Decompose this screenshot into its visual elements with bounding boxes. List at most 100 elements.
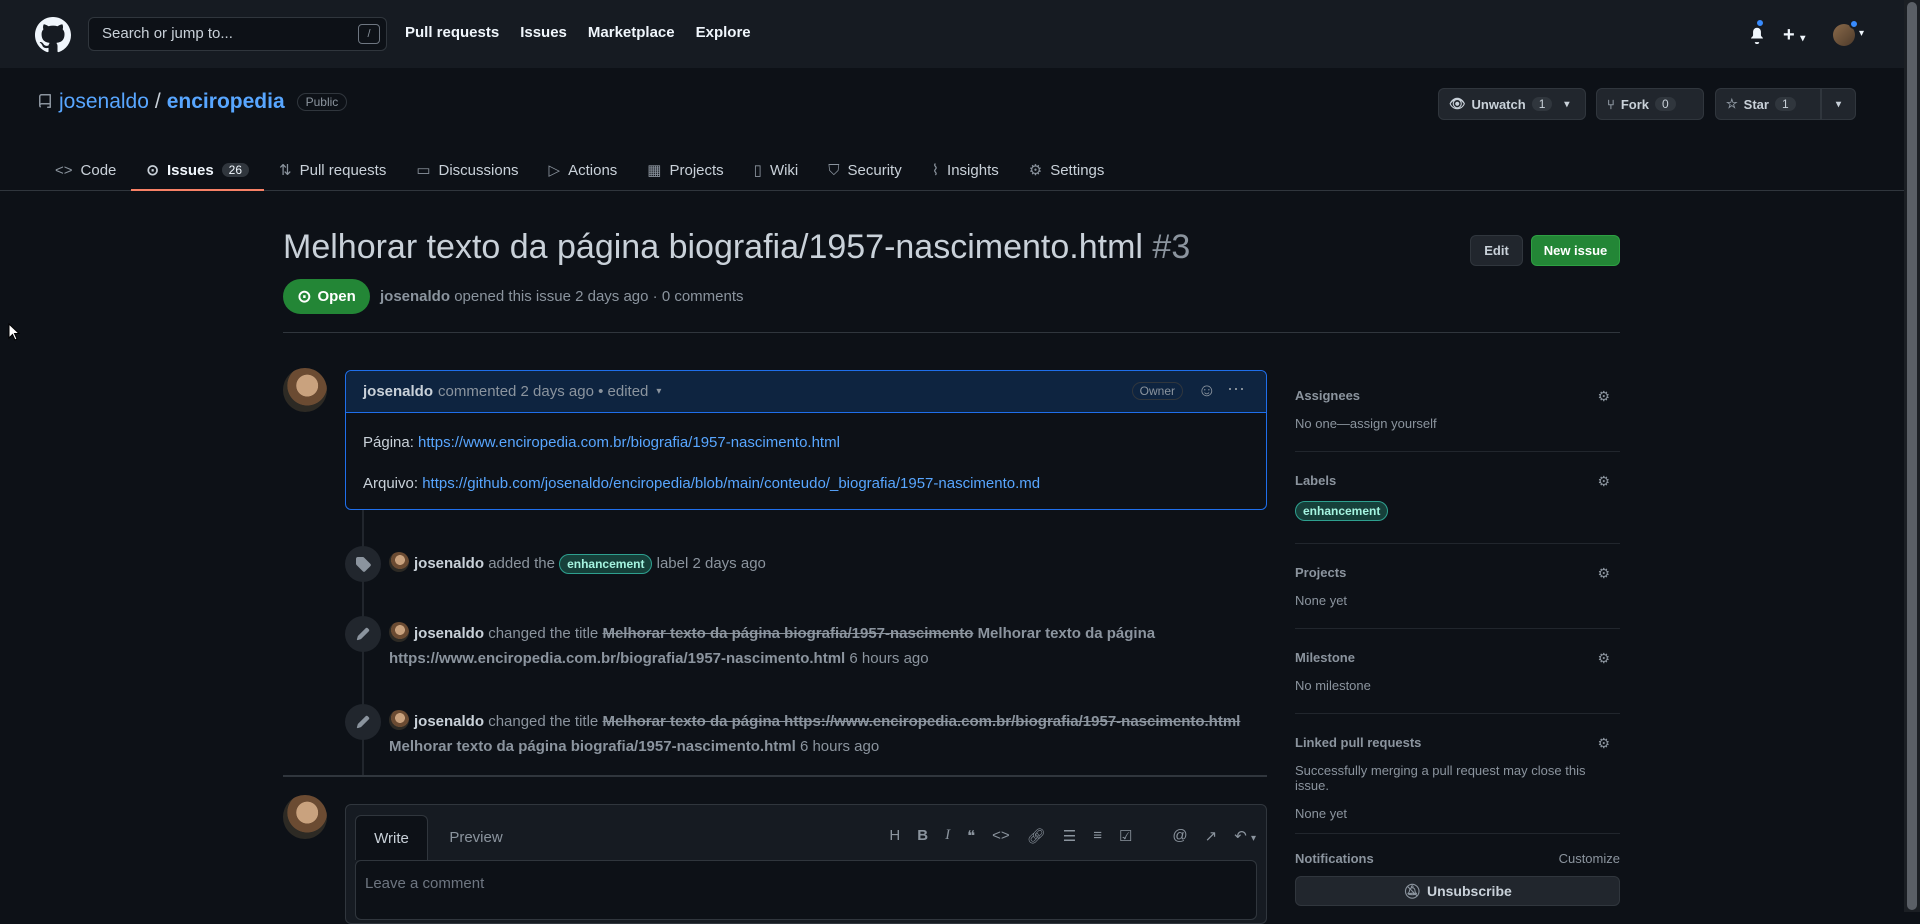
tab-insights[interactable]: ⌇ Insights <box>917 150 1014 190</box>
tab-label: Actions <box>568 161 618 179</box>
vertical-scrollbar[interactable] <box>1904 0 1920 912</box>
chevron-down-icon[interactable]: ▾ <box>1859 28 1864 39</box>
milestone-title: Milestone <box>1295 650 1355 665</box>
shield-icon: ⛉ <box>828 161 840 179</box>
nav-explore[interactable]: Explore <box>696 24 751 41</box>
event-avatar[interactable] <box>389 710 409 730</box>
create-new-dropdown[interactable]: + ▾ <box>1783 24 1805 47</box>
issue-author-link[interactable]: josenaldo <box>380 288 450 305</box>
tab-discussions[interactable]: ▭ Discussions <box>401 150 533 190</box>
repo-owner-link[interactable]: josenaldo <box>59 90 149 114</box>
link-icon[interactable]: 🔗︎ <box>1027 827 1046 845</box>
event-author-link[interactable]: josenaldo <box>414 625 484 642</box>
tab-code[interactable]: <> Code <box>40 150 131 190</box>
github-logo-icon[interactable] <box>35 17 71 53</box>
comment-textarea[interactable]: Leave a comment <box>355 860 1257 920</box>
current-user-avatar <box>283 795 327 839</box>
tasklist-icon[interactable]: ☑ <box>1119 827 1132 845</box>
sidebar-labels: Labels enhancement ⚙ <box>1295 473 1620 521</box>
unordered-list-icon[interactable]: ☰ <box>1063 827 1076 845</box>
tab-issues[interactable]: ⊙ Issues 26 <box>131 150 264 191</box>
new-issue-button[interactable]: New issue <box>1531 235 1620 266</box>
customize-link[interactable]: Customize <box>1559 851 1620 866</box>
star-list-dropdown[interactable]: ▾ <box>1821 88 1856 120</box>
repo-title: josenaldo / enciropedia Public <box>37 90 348 114</box>
page-label: Página: <box>363 434 414 451</box>
gear-icon[interactable]: ⚙ <box>1597 388 1610 405</box>
tab-security[interactable]: ⛉ Security <box>813 150 916 190</box>
tab-label: Projects <box>669 161 724 179</box>
nav-marketplace[interactable]: Marketplace <box>588 24 675 41</box>
event-text: label 2 days ago <box>656 555 766 572</box>
smiley-icon[interactable]: ☺ <box>1198 380 1216 401</box>
tab-projects[interactable]: ▦ Projects <box>632 150 738 190</box>
tab-label: Settings <box>1050 161 1105 179</box>
visibility-badge: Public <box>296 93 348 111</box>
issue-opened-icon: ⊙ <box>146 162 159 179</box>
new-title: Melhorar texto da página <box>977 625 1156 642</box>
nav-issues[interactable]: Issues <box>520 24 567 41</box>
label-badge[interactable]: enhancement <box>559 554 653 574</box>
bell-icon[interactable] <box>1748 25 1766 45</box>
gear-icon[interactable]: ⚙ <box>1597 473 1610 490</box>
tab-pull-requests[interactable]: ⇅ Pull requests <box>264 150 401 190</box>
mouse-cursor-icon <box>8 323 20 341</box>
page-url-link[interactable]: https://www.enciropedia.com.br/biografia… <box>418 434 840 451</box>
event-avatar[interactable] <box>389 622 409 642</box>
unsubscribe-button[interactable]: 🔕︎ Unsubscribe <box>1295 876 1620 906</box>
code-icon[interactable]: <> <box>992 827 1010 845</box>
write-tab[interactable]: Write <box>355 815 428 860</box>
fork-label: Fork <box>1620 96 1649 112</box>
pencil-icon <box>345 616 381 652</box>
event-avatar[interactable] <box>389 552 409 572</box>
star-button[interactable]: ☆ Star 1 <box>1715 88 1821 120</box>
graph-icon: ⌇ <box>931 162 940 179</box>
cross-reference-icon[interactable]: ↗ <box>1205 827 1218 845</box>
book-icon: ▯ <box>753 162 762 179</box>
repo-name-link[interactable]: enciropedia <box>167 90 285 114</box>
repo-header: josenaldo / enciropedia Public 👁 Unwatch… <box>0 68 1904 191</box>
assignees-value[interactable]: No one—assign yourself <box>1295 416 1620 431</box>
linked-prs-title: Linked pull requests <box>1295 735 1422 750</box>
file-url-link[interactable]: https://github.com/josenaldo/enciropedia… <box>422 475 1040 492</box>
search-input[interactable]: Search or jump to... / <box>88 17 387 51</box>
sidebar-projects: Projects None yet ⚙ <box>1295 565 1620 608</box>
tab-actions[interactable]: ▷ Actions <box>534 150 633 190</box>
issue-number: #3 <box>1152 228 1191 266</box>
nav-pull-requests[interactable]: Pull requests <box>405 24 499 41</box>
kebab-horizontal-icon[interactable]: ⋯ <box>1227 379 1246 400</box>
chevron-down-icon[interactable]: ▾ <box>656 386 661 397</box>
gear-icon[interactable]: ⚙ <box>1597 735 1610 752</box>
scrollbar-thumb[interactable] <box>1907 2 1917 910</box>
header-divider <box>283 332 1620 333</box>
event-author-link[interactable]: josenaldo <box>414 555 484 572</box>
tab-wiki[interactable]: ▯ Wiki <box>739 150 814 190</box>
tab-label: Pull requests <box>299 161 387 179</box>
issue-meta-text: opened this issue 2 days ago · 0 comment… <box>454 288 744 305</box>
comment-author-link[interactable]: josenaldo <box>363 383 433 400</box>
toolbar-spacer <box>1149 827 1155 845</box>
quote-icon[interactable]: ❝ <box>967 827 975 845</box>
tab-settings[interactable]: ⚙ Settings <box>1014 150 1120 190</box>
preview-tab[interactable]: Preview <box>436 815 516 860</box>
comment-body: Página: https://www.enciropedia.com.br/b… <box>346 413 1266 535</box>
reply-icon[interactable]: ↶ ▾ <box>1234 827 1256 845</box>
gear-icon[interactable]: ⚙ <box>1597 650 1610 667</box>
edit-title-button[interactable]: Edit <box>1470 235 1523 266</box>
tab-label: Code <box>80 161 117 179</box>
comment-author-avatar[interactable] <box>283 368 327 412</box>
ordered-list-icon[interactable]: ≡ <box>1093 827 1102 845</box>
bold-icon[interactable]: B <box>917 827 928 845</box>
watch-button[interactable]: 👁 Unwatch 1 ▾ <box>1438 88 1586 120</box>
old-title: Melhorar texto da página biografia/1957-… <box>602 625 974 642</box>
label-badge[interactable]: enhancement <box>1295 501 1389 521</box>
chevron-down-icon: ▾ <box>1564 98 1570 110</box>
linked-prs-description: Successfully merging a pull request may … <box>1295 763 1586 793</box>
event-author-link[interactable]: josenaldo <box>414 713 484 730</box>
gear-icon: ⚙ <box>1028 162 1043 179</box>
heading-icon[interactable]: H <box>889 827 900 845</box>
gear-icon[interactable]: ⚙ <box>1597 565 1610 582</box>
italic-icon[interactable]: I <box>945 827 950 845</box>
mention-icon[interactable]: @ <box>1172 827 1187 845</box>
fork-button[interactable]: ⑂ Fork 0 <box>1596 88 1704 120</box>
